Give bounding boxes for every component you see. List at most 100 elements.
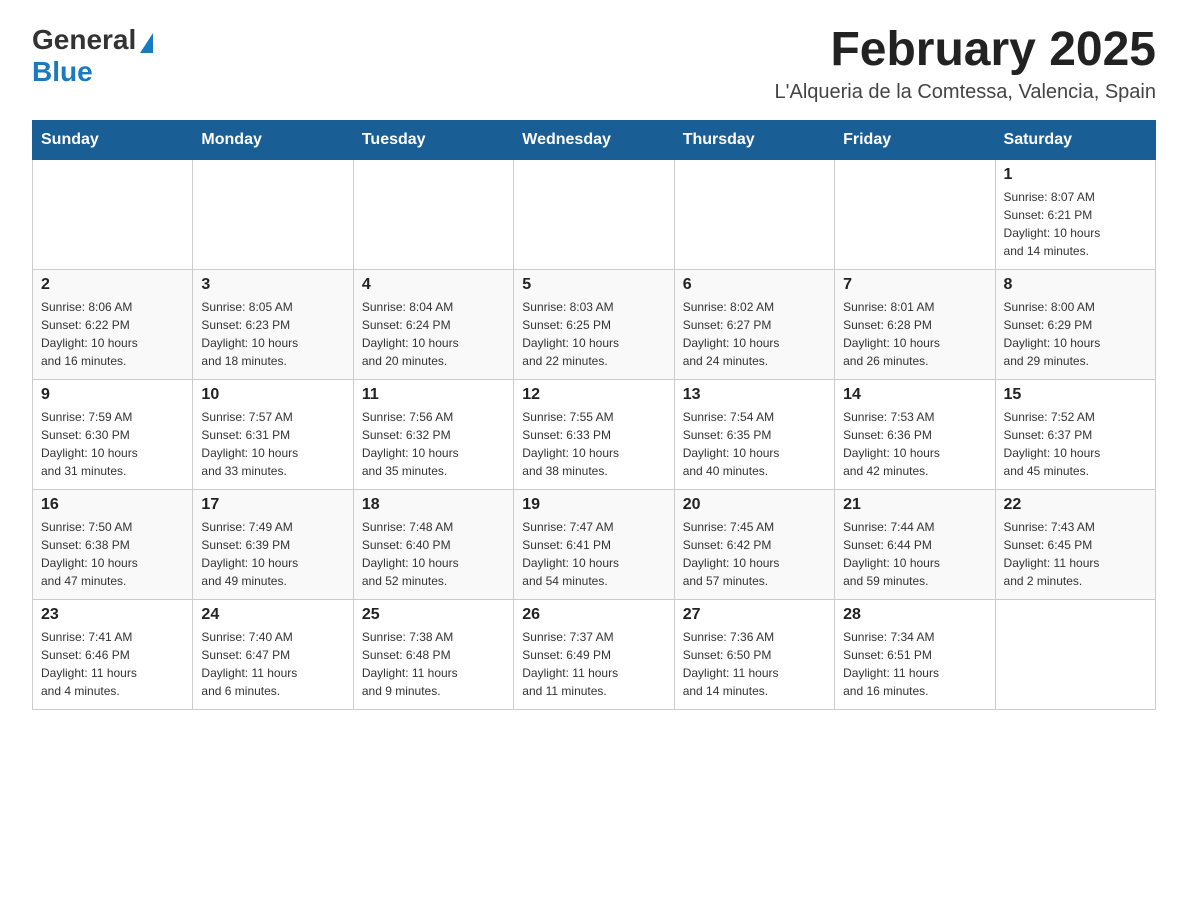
calendar-cell: 26 Sunrise: 7:37 AM Sunset: 6:49 PM Dayli…: [514, 599, 674, 709]
day-info: Sunrise: 7:45 AM Sunset: 6:42 PM Dayligh…: [683, 518, 826, 590]
week-row-1: 1 Sunrise: 8:07 AM Sunset: 6:21 PM Daylig…: [33, 159, 1156, 269]
calendar-cell: [674, 159, 834, 269]
day-info: Sunrise: 8:07 AM Sunset: 6:21 PM Dayligh…: [1004, 188, 1147, 260]
day-number: 3: [201, 276, 344, 294]
day-info: Sunrise: 8:06 AM Sunset: 6:22 PM Dayligh…: [41, 298, 184, 370]
calendar-cell: 25 Sunrise: 7:38 AM Sunset: 6:48 PM Dayli…: [353, 599, 513, 709]
calendar-cell: 18 Sunrise: 7:48 AM Sunset: 6:40 PM Dayli…: [353, 489, 513, 599]
calendar-cell: [353, 159, 513, 269]
day-info: Sunrise: 8:02 AM Sunset: 6:27 PM Dayligh…: [683, 298, 826, 370]
day-info: Sunrise: 8:05 AM Sunset: 6:23 PM Dayligh…: [201, 298, 344, 370]
day-number: 15: [1004, 386, 1147, 404]
day-number: 24: [201, 606, 344, 624]
calendar-cell: 13 Sunrise: 7:54 AM Sunset: 6:35 PM Dayli…: [674, 379, 834, 489]
day-number: 1: [1004, 166, 1147, 184]
day-info: Sunrise: 7:53 AM Sunset: 6:36 PM Dayligh…: [843, 408, 986, 480]
day-number: 7: [843, 276, 986, 294]
calendar-cell: 22 Sunrise: 7:43 AM Sunset: 6:45 PM Dayli…: [995, 489, 1155, 599]
logo-general-text: General: [32, 24, 136, 56]
day-info: Sunrise: 7:54 AM Sunset: 6:35 PM Dayligh…: [683, 408, 826, 480]
day-number: 16: [41, 496, 184, 514]
col-sunday: Sunday: [33, 120, 193, 159]
day-info: Sunrise: 7:37 AM Sunset: 6:49 PM Dayligh…: [522, 628, 665, 700]
calendar-cell: [193, 159, 353, 269]
logo-blue-text: Blue: [32, 56, 93, 88]
day-number: 12: [522, 386, 665, 404]
day-info: Sunrise: 7:48 AM Sunset: 6:40 PM Dayligh…: [362, 518, 505, 590]
logo: General Blue: [32, 24, 153, 88]
calendar-cell: 20 Sunrise: 7:45 AM Sunset: 6:42 PM Dayli…: [674, 489, 834, 599]
day-number: 18: [362, 496, 505, 514]
col-thursday: Thursday: [674, 120, 834, 159]
day-info: Sunrise: 8:00 AM Sunset: 6:29 PM Dayligh…: [1004, 298, 1147, 370]
col-monday: Monday: [193, 120, 353, 159]
day-info: Sunrise: 7:43 AM Sunset: 6:45 PM Dayligh…: [1004, 518, 1147, 590]
col-friday: Friday: [835, 120, 995, 159]
calendar-cell: 3 Sunrise: 8:05 AM Sunset: 6:23 PM Daylig…: [193, 269, 353, 379]
day-info: Sunrise: 7:40 AM Sunset: 6:47 PM Dayligh…: [201, 628, 344, 700]
day-number: 19: [522, 496, 665, 514]
calendar-cell: 28 Sunrise: 7:34 AM Sunset: 6:51 PM Dayli…: [835, 599, 995, 709]
calendar-cell: 15 Sunrise: 7:52 AM Sunset: 6:37 PM Dayli…: [995, 379, 1155, 489]
calendar-cell: 21Sunrise: 7:44 AM Sunset: 6:44 PM Dayli…: [835, 489, 995, 599]
calendar-cell: [835, 159, 995, 269]
calendar-cell: 12 Sunrise: 7:55 AM Sunset: 6:33 PM Dayli…: [514, 379, 674, 489]
calendar-cell: 11 Sunrise: 7:56 AM Sunset: 6:32 PM Dayli…: [353, 379, 513, 489]
calendar-cell: [33, 159, 193, 269]
calendar-cell: 19Sunrise: 7:47 AM Sunset: 6:41 PM Dayli…: [514, 489, 674, 599]
day-info: Sunrise: 8:01 AM Sunset: 6:28 PM Dayligh…: [843, 298, 986, 370]
calendar-cell: 5Sunrise: 8:03 AM Sunset: 6:25 PM Daylig…: [514, 269, 674, 379]
month-title: February 2025: [775, 24, 1156, 77]
day-info: Sunrise: 7:38 AM Sunset: 6:48 PM Dayligh…: [362, 628, 505, 700]
week-row-5: 23Sunrise: 7:41 AM Sunset: 6:46 PM Dayli…: [33, 599, 1156, 709]
day-info: Sunrise: 7:34 AM Sunset: 6:51 PM Dayligh…: [843, 628, 986, 700]
week-row-2: 2 Sunrise: 8:06 AM Sunset: 6:22 PM Daylig…: [33, 269, 1156, 379]
day-info: Sunrise: 7:59 AM Sunset: 6:30 PM Dayligh…: [41, 408, 184, 480]
day-info: Sunrise: 7:44 AM Sunset: 6:44 PM Dayligh…: [843, 518, 986, 590]
calendar-cell: [514, 159, 674, 269]
day-number: 20: [683, 496, 826, 514]
calendar-header-row: Sunday Monday Tuesday Wednesday Thursday…: [33, 120, 1156, 159]
day-info: Sunrise: 8:04 AM Sunset: 6:24 PM Dayligh…: [362, 298, 505, 370]
calendar-cell: 14 Sunrise: 7:53 AM Sunset: 6:36 PM Dayli…: [835, 379, 995, 489]
col-tuesday: Tuesday: [353, 120, 513, 159]
day-info: Sunrise: 7:57 AM Sunset: 6:31 PM Dayligh…: [201, 408, 344, 480]
day-number: 14: [843, 386, 986, 404]
day-number: 4: [362, 276, 505, 294]
calendar-cell: 4 Sunrise: 8:04 AM Sunset: 6:24 PM Daylig…: [353, 269, 513, 379]
day-number: 26: [522, 606, 665, 624]
calendar-cell: 17Sunrise: 7:49 AM Sunset: 6:39 PM Dayli…: [193, 489, 353, 599]
day-number: 22: [1004, 496, 1147, 514]
day-info: Sunrise: 7:52 AM Sunset: 6:37 PM Dayligh…: [1004, 408, 1147, 480]
day-number: 10: [201, 386, 344, 404]
day-number: 9: [41, 386, 184, 404]
calendar-cell: 1 Sunrise: 8:07 AM Sunset: 6:21 PM Daylig…: [995, 159, 1155, 269]
calendar-cell: 23Sunrise: 7:41 AM Sunset: 6:46 PM Dayli…: [33, 599, 193, 709]
day-info: Sunrise: 7:50 AM Sunset: 6:38 PM Dayligh…: [41, 518, 184, 590]
calendar-cell: [995, 599, 1155, 709]
day-number: 6: [683, 276, 826, 294]
title-area: February 2025 L'Alqueria de la Comtessa,…: [775, 24, 1156, 104]
day-number: 2: [41, 276, 184, 294]
day-number: 11: [362, 386, 505, 404]
calendar-cell: 9 Sunrise: 7:59 AM Sunset: 6:30 PM Daylig…: [33, 379, 193, 489]
calendar-cell: 2 Sunrise: 8:06 AM Sunset: 6:22 PM Daylig…: [33, 269, 193, 379]
col-saturday: Saturday: [995, 120, 1155, 159]
calendar-cell: 8 Sunrise: 8:00 AM Sunset: 6:29 PM Daylig…: [995, 269, 1155, 379]
day-info: Sunrise: 7:56 AM Sunset: 6:32 PM Dayligh…: [362, 408, 505, 480]
day-info: Sunrise: 7:55 AM Sunset: 6:33 PM Dayligh…: [522, 408, 665, 480]
day-number: 13: [683, 386, 826, 404]
calendar-cell: 27Sunrise: 7:36 AM Sunset: 6:50 PM Dayli…: [674, 599, 834, 709]
calendar-cell: 16 Sunrise: 7:50 AM Sunset: 6:38 PM Dayli…: [33, 489, 193, 599]
day-number: 28: [843, 606, 986, 624]
week-row-3: 9 Sunrise: 7:59 AM Sunset: 6:30 PM Daylig…: [33, 379, 1156, 489]
calendar-cell: 24 Sunrise: 7:40 AM Sunset: 6:47 PM Dayli…: [193, 599, 353, 709]
day-number: 8: [1004, 276, 1147, 294]
day-info: Sunrise: 7:36 AM Sunset: 6:50 PM Dayligh…: [683, 628, 826, 700]
calendar-cell: 10 Sunrise: 7:57 AM Sunset: 6:31 PM Dayli…: [193, 379, 353, 489]
day-number: 25: [362, 606, 505, 624]
day-number: 5: [522, 276, 665, 294]
day-number: 23: [41, 606, 184, 624]
page-header: General Blue February 2025 L'Alqueria de…: [32, 24, 1156, 104]
col-wednesday: Wednesday: [514, 120, 674, 159]
